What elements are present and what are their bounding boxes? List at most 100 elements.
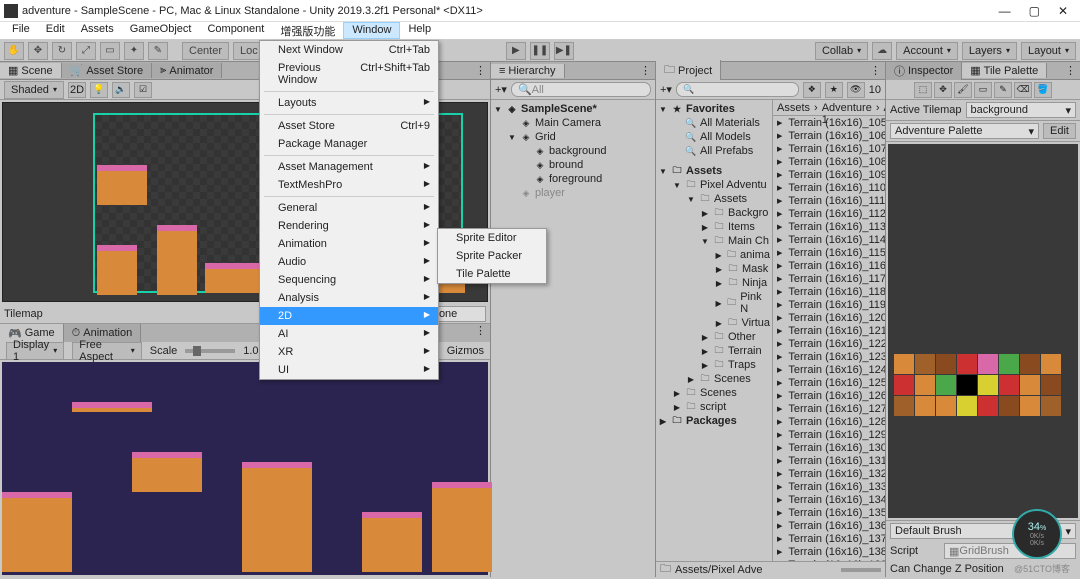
project-folder[interactable]: ▼🗀Assets [658,192,770,206]
palette-viewport[interactable] [888,144,1078,518]
palette-tile[interactable] [894,396,914,416]
tab-asset-store[interactable]: 🛒 Asset Store [62,63,153,78]
asset-item[interactable]: ▶Terrain (16x16)_121 [773,324,885,337]
tab-inspector[interactable]: ⓘ Inspector [886,62,962,80]
project-search[interactable]: 🔍 [676,82,799,97]
thumbnail-size-slider[interactable] [841,568,881,572]
asset-item[interactable]: ▶Terrain (16x16)_126 [773,389,885,402]
asset-item[interactable]: ▶Terrain (16x16)_107 [773,142,885,155]
palette-tile[interactable] [978,354,998,374]
asset-item[interactable]: ▶Terrain (16x16)_115 [773,246,885,259]
collab-dropdown[interactable]: Collab [815,42,868,60]
tab-scene[interactable]: ▦ Scene [0,63,62,78]
hierarchy-item[interactable]: ◈background [493,144,653,158]
menu-item[interactable]: UI▶ [260,361,438,379]
asset-item[interactable]: ▶Terrain (16x16)_116 [773,259,885,272]
2d-toggle[interactable]: 2D [68,82,86,98]
menu-item[interactable]: Audio▶ [260,253,438,271]
asset-item[interactable]: ▶Terrain (16x16)_110 [773,181,885,194]
project-folder[interactable]: ▶🗀Items [658,220,770,234]
tab-tile-palette[interactable]: ▦ Tile Palette [962,63,1047,78]
hierarchy-item[interactable]: ▼◈Grid [493,130,653,144]
custom-tool[interactable]: ✎ [148,42,168,60]
palette-tile[interactable] [936,354,956,374]
menu-item[interactable]: Asset StoreCtrl+9 [260,117,438,135]
picker-tool[interactable]: ✎ [994,82,1012,98]
hierarchy-search[interactable]: 🔍 All [511,82,651,97]
palette-tile[interactable] [1041,375,1061,395]
project-folder[interactable]: 🔍All Models [658,130,770,144]
palette-tile[interactable] [936,396,956,416]
palette-tile[interactable] [978,396,998,416]
box-tool[interactable]: ▭ [974,82,992,98]
menu-item[interactable]: TextMeshPro▶ [260,176,438,194]
asset-item[interactable]: ▶Terrain (16x16)_124 [773,363,885,376]
tab-project[interactable]: 🗀 Project [656,60,721,81]
asset-item[interactable]: ▶Terrain (16x16)_136 [773,519,885,532]
hierarchy-item[interactable]: ▼◈SampleScene* [493,102,653,116]
palette-tile[interactable] [894,375,914,395]
project-folder[interactable]: ▶🗀Scenes [658,386,770,400]
project-folder[interactable]: ▶🗀Packages [658,414,770,428]
menu-item[interactable]: Asset Management▶ [260,158,438,176]
select-tool[interactable]: ⬚ [914,82,932,98]
tab-animator[interactable]: ⫸ Animator [152,63,222,78]
asset-item[interactable]: ▶Terrain (16x16)_137 [773,532,885,545]
project-folder[interactable]: ▶🗀Pink N [658,290,770,316]
layout-dropdown[interactable]: Layout [1021,42,1076,60]
project-breadcrumb[interactable]: Assets›Pixel Adventure 1›As [773,100,885,116]
project-folder[interactable]: ▶🗀Ninja [658,276,770,290]
brush-tool[interactable]: 🖌 [954,82,972,98]
pivot-center-toggle[interactable]: Center [182,42,229,60]
palette-tile[interactable] [1020,354,1040,374]
project-folder[interactable]: ▶🗀Terrain [658,344,770,358]
game-view[interactable] [2,362,488,575]
play-button[interactable]: ▶ [506,42,526,60]
shading-mode-dropdown[interactable]: Shaded [4,81,64,99]
project-folder[interactable]: ▼🗀Assets [658,164,770,178]
palette-tile[interactable] [957,375,977,395]
palette-tile[interactable] [1041,354,1061,374]
project-folder[interactable]: ▼🗀Main Ch [658,234,770,248]
submenu-item[interactable]: Sprite Packer [438,247,546,265]
transform-tool[interactable]: ✦ [124,42,144,60]
palette-tile[interactable] [999,396,1019,416]
hierarchy-item[interactable]: ◈foreground [493,172,653,186]
step-button[interactable]: ▶❚ [554,42,574,60]
menu-item[interactable]: Layouts▶ [260,94,438,112]
menu-item[interactable]: 2D▶ [260,307,438,325]
submenu-item[interactable]: Sprite Editor [438,229,546,247]
menu-增强版功能[interactable]: 增强版功能 [272,22,343,39]
menu-item[interactable]: Package Manager [260,135,438,153]
menu-item[interactable]: Animation▶ [260,235,438,253]
menu-item[interactable]: AI▶ [260,325,438,343]
tab-hierarchy[interactable]: ≡ Hierarchy [491,64,565,78]
palette-tile[interactable] [957,396,977,416]
pause-button[interactable]: ❚❚ [530,42,550,60]
menu-item[interactable]: Rendering▶ [260,217,438,235]
breadcrumb-segment[interactable]: Assets [777,102,810,114]
hierarchy-item[interactable]: ◈player [493,186,653,200]
create-dropdown-icon[interactable]: +▾ [660,83,672,96]
scale-slider[interactable] [185,349,235,353]
asset-item[interactable]: ▶Terrain (16x16)_109 [773,168,885,181]
menu-help[interactable]: Help [400,22,439,39]
panel-menu-icon[interactable]: ⋮ [475,324,486,342]
panel-menu-icon[interactable]: ⋮ [475,64,486,77]
project-folder[interactable]: 🔍All Materials [658,116,770,130]
filter-icon[interactable]: ❖ [803,82,821,98]
asset-item[interactable]: ▶Terrain (16x16)_135 [773,506,885,519]
move-tool[interactable]: ✥ [28,42,48,60]
project-folder[interactable]: ▶🗀Traps [658,358,770,372]
menu-item[interactable]: Analysis▶ [260,289,438,307]
menu-item[interactable]: General▶ [260,199,438,217]
asset-item[interactable]: ▶Terrain (16x16)_108 [773,155,885,168]
cloud-button[interactable]: ☁ [872,42,892,60]
aspect-dropdown[interactable]: Free Aspect [72,342,141,360]
rotate-tool[interactable]: ↻ [52,42,72,60]
hierarchy-tree[interactable]: ▼◈SampleScene*◈Main Camera▼◈Grid◈backgro… [491,100,655,577]
asset-item[interactable]: ▶Terrain (16x16)_120 [773,311,885,324]
menu-item[interactable]: Next WindowCtrl+Tab [260,41,438,59]
palette-tile[interactable] [894,354,914,374]
active-tilemap-dropdown[interactable]: background ▾ [966,102,1076,118]
